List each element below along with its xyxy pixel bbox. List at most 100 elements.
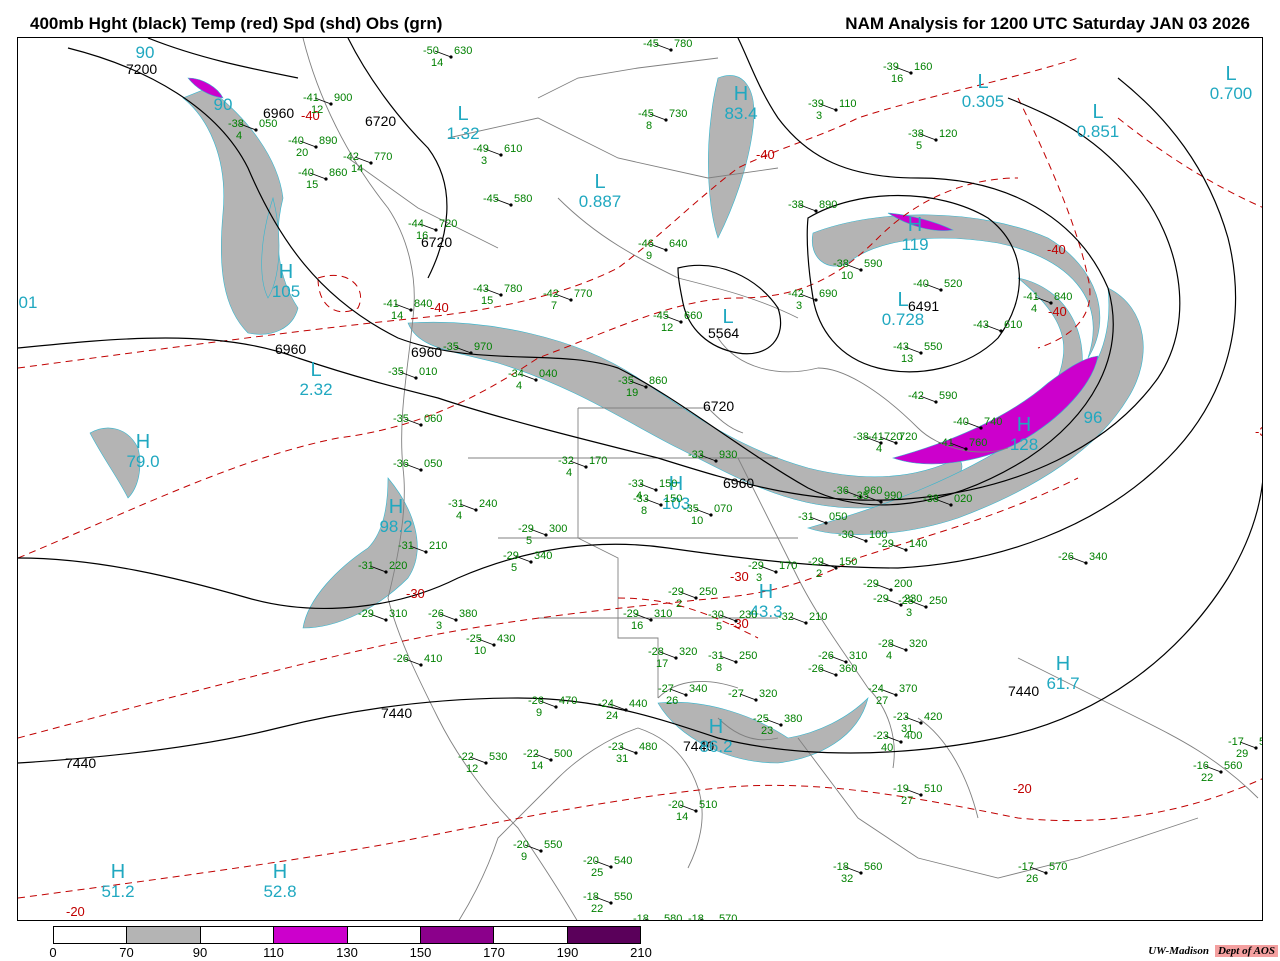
high-center-value: 52.8 — [263, 882, 296, 901]
obs-temperature: -33 — [628, 478, 644, 490]
obs-dewpoint-depression: 5 — [511, 562, 517, 574]
obs-temperature: -22 — [523, 748, 539, 760]
station-obs: -45 580 — [483, 193, 532, 207]
obs-height: 990 — [884, 490, 902, 502]
station-obs: -32 210 — [778, 611, 827, 625]
low-center-value: 0.700 — [1210, 84, 1253, 103]
obs-temperature: -29 — [518, 523, 534, 535]
obs-temperature: -42 — [908, 390, 924, 402]
obs-temperature: -29 — [873, 593, 889, 605]
high-center-letter: H — [389, 496, 403, 518]
station-obs: -18 580 — [633, 913, 682, 920]
obs-temperature: -23 — [873, 730, 889, 742]
high-center-letter: H — [734, 83, 748, 105]
station-obs: -31 050 — [798, 511, 847, 525]
weather-map: 7200 6960 6720 6720 6960 6960 6491 5564 6720 6960… — [17, 37, 1263, 921]
edge-center-value: 01 — [19, 293, 38, 312]
obs-height: 310 — [654, 608, 672, 620]
obs-temperature: -41 — [1023, 291, 1039, 303]
obs-temperature: -38 — [833, 258, 849, 270]
legend-tick: 130 — [336, 945, 358, 960]
obs-dewpoint-depression: 22 — [591, 903, 603, 915]
obs-temperature: -42 — [343, 151, 359, 163]
obs-temperature: -34 — [508, 368, 524, 380]
obs-temperature: -42 — [788, 288, 804, 300]
obs-temperature: -50 — [423, 45, 439, 57]
temp-label: -20 — [66, 904, 85, 919]
obs-height: 230 — [739, 609, 757, 621]
high-center-value: 83.4 — [724, 104, 757, 123]
obs-temperature: -26 — [393, 653, 409, 665]
obs-height: 500 — [554, 748, 572, 760]
obs-dewpoint-depression: 14 — [351, 163, 363, 175]
obs-height: 740 — [984, 416, 1002, 428]
obs-temperature: -33 — [633, 493, 649, 505]
station-obs: -41 840 14 — [383, 298, 432, 322]
obs-temperature: -29 — [748, 560, 764, 572]
station-obs: -43 780 15 — [473, 283, 522, 307]
low-center-letter: L — [310, 359, 321, 381]
station-obs: -26 380 3 — [428, 608, 477, 632]
obs-height: 210 — [809, 611, 827, 623]
station-obs: -29 310 — [358, 608, 407, 622]
height-label: 6960 — [411, 344, 442, 360]
obs-height: 160 — [914, 61, 932, 73]
obs-temperature: -33 — [688, 449, 704, 461]
obs-temperature: -29 — [808, 556, 824, 568]
obs-height: 150 — [659, 478, 677, 490]
station-obs: -26 310 — [818, 650, 867, 664]
high-center-value: 51.2 — [101, 882, 134, 901]
obs-height: 570 — [719, 913, 737, 921]
low-center-value: 0.305 — [962, 92, 1005, 111]
obs-temperature: -43 — [973, 319, 989, 331]
temp-contour — [18, 778, 1262, 899]
obs-height: 890 — [319, 135, 337, 147]
station-obs: -20 510 14 — [668, 799, 717, 823]
station-obs: -24 370 27 — [868, 683, 917, 707]
obs-temperature: -20 — [583, 855, 599, 867]
station-obs: -38 890 — [788, 199, 837, 213]
legend-swatch — [54, 927, 128, 943]
obs-height: 320 — [909, 638, 927, 650]
obs-dewpoint-depression: 3 — [481, 155, 487, 167]
obs-height: 570 — [1049, 861, 1067, 873]
temp-contour — [1117, 117, 1262, 208]
obs-temperature: -19 — [893, 783, 909, 795]
station-obs: -40 860 15 — [298, 167, 347, 191]
station-obs: -42 590 — [908, 390, 957, 404]
obs-height: 860 — [649, 375, 667, 387]
obs-height: 760 — [969, 437, 987, 449]
obs-temperature: -36 — [833, 485, 849, 497]
station-obs: -42 690 3 — [788, 288, 837, 312]
station-obs: -40 520 — [913, 278, 962, 292]
border-line — [537, 57, 719, 99]
high-center-letter: H — [273, 861, 287, 883]
obs-height: 310 — [389, 608, 407, 620]
height-label: 6960 — [275, 341, 306, 357]
obs-temperature: -29 — [668, 586, 684, 598]
obs-temperature: -45 — [483, 193, 499, 205]
low-center-letter: L — [594, 171, 605, 193]
obs-temperature: -18 — [833, 861, 849, 873]
obs-temperature: -31 — [708, 650, 724, 662]
obs-temperature: -28 — [648, 646, 664, 658]
obs-dewpoint-depression: 3 — [816, 110, 822, 122]
obs-temperature: -23 — [893, 711, 909, 723]
obs-height: 890 — [819, 199, 837, 211]
legend-tick: 170 — [483, 945, 505, 960]
obs-dewpoint-depression: 25 — [591, 867, 603, 879]
obs-temperature: -41 — [938, 437, 954, 449]
obs-height: 010 — [419, 366, 437, 378]
station-obs: -28 320 4 — [878, 638, 927, 662]
obs-height: 170 — [779, 560, 797, 572]
map-canvas: 72006960 672067206960 69606491556467206960… — [18, 38, 1262, 921]
obs-temperature: -29 — [623, 608, 639, 620]
obs-temperature: -38 — [923, 493, 939, 505]
speed-color-legend — [53, 926, 641, 944]
obs-dewpoint-depression: 10 — [474, 645, 486, 657]
height-contour — [147, 38, 299, 79]
obs-temperature: -26 — [528, 695, 544, 707]
low-center-value: 0.728 — [882, 310, 925, 329]
obs-temperature: -26 — [818, 650, 834, 662]
credit-org: UW-Madison — [1148, 945, 1209, 957]
